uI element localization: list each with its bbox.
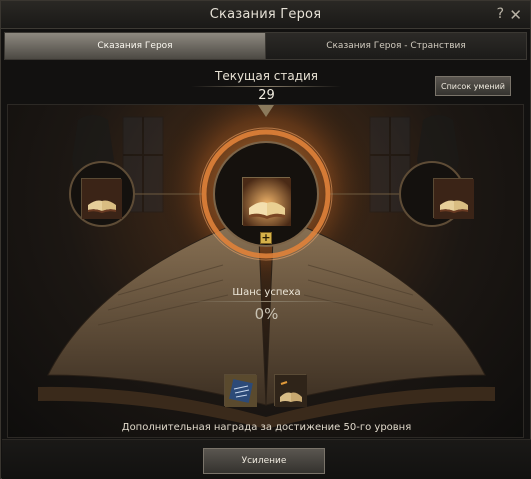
tab-hero-saga-wanderings[interactable]: Сказания Героя - Странствия [265,33,526,59]
level-reward-caption: Дополнительная награда за достижение 50-… [121,422,412,433]
blue-scroll-icon [225,375,257,407]
title-bar: Сказания Героя ? ✕ [1,1,530,29]
book-icon [275,375,307,407]
help-button[interactable]: ? [497,6,504,22]
book-scene [7,104,524,438]
success-chance-value: 0% [254,305,279,323]
add-button[interactable]: + [260,232,272,244]
hero-saga-window: Сказания Героя ? ✕ Сказания Героя Сказан… [0,0,531,479]
reward-item-1[interactable] [224,374,257,407]
right-skill-slot[interactable] [433,178,474,219]
enhance-button[interactable]: Усиление [203,448,325,474]
glowing-book-icon [243,178,291,226]
stage-divider [191,86,341,87]
success-chance-label: Шанс успеха [232,287,301,298]
window-title: Сказания Героя [209,7,322,22]
open-book-icon [434,179,474,219]
left-skill-slot[interactable] [81,178,122,219]
reward-item-2[interactable] [274,374,307,407]
chance-divider [181,301,351,302]
skill-list-button[interactable]: Список умений [435,76,511,96]
tab-hero-saga[interactable]: Сказания Героя [5,33,265,59]
scene-art [38,105,495,429]
close-button[interactable]: ✕ [509,6,522,24]
main-skill-slot[interactable] [242,177,291,226]
tab-bar: Сказания Героя Сказания Героя - Странств… [4,32,527,60]
open-book-icon [82,179,122,219]
